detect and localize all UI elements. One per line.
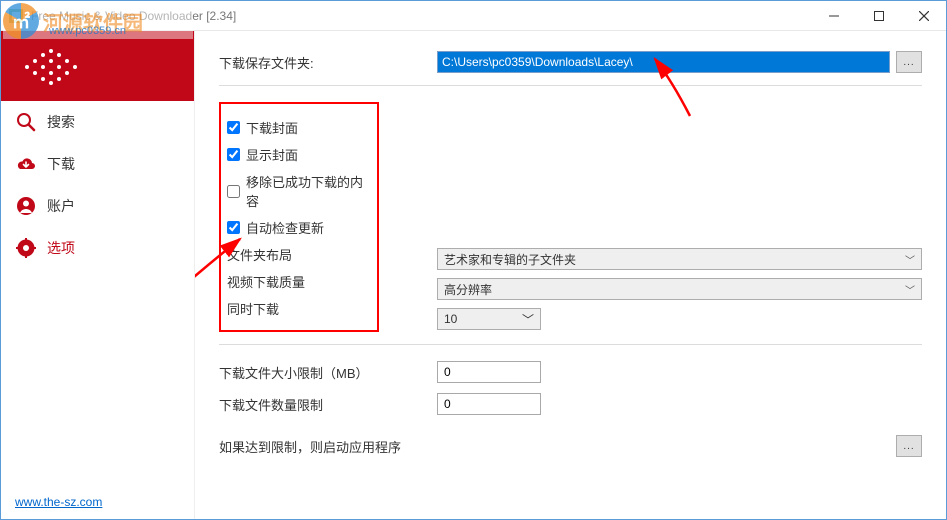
separator (219, 344, 922, 345)
sidebar-footer: www.the-sz.com (1, 485, 194, 519)
options-panel: 下载保存文件夹: C:\Users\pc0359\Downloads\Lacey… (195, 31, 946, 519)
sidebar-item-label: 下载 (47, 154, 75, 174)
auto-update-checkbox[interactable] (227, 221, 240, 234)
gear-icon (15, 237, 37, 259)
count-limit-label: 下载文件数量限制 (219, 395, 437, 414)
video-quality-value: 高分辨率 (444, 281, 492, 298)
folder-layout-select[interactable]: 艺术家和专辑的子文件夹 ﹀ (437, 248, 922, 270)
separator (219, 85, 922, 86)
concurrent-value: 10 (444, 312, 457, 326)
video-quality-select[interactable]: 高分辨率 ﹀ (437, 278, 922, 300)
user-icon (15, 195, 37, 217)
auto-update-label: 自动检查更新 (246, 218, 324, 237)
brand-header (1, 31, 194, 101)
sidebar-item-download[interactable]: 下载 (1, 143, 194, 185)
sidebar-item-label: 账户 (47, 196, 75, 216)
folder-layout-value: 艺术家和专辑的子文件夹 (444, 251, 576, 268)
size-limit-input[interactable] (437, 361, 541, 383)
count-limit-input[interactable] (437, 393, 541, 415)
close-icon (919, 11, 929, 21)
window-title: Free Music & Video Downloader [2.34] (31, 9, 811, 23)
save-folder-value: C:\Users\pc0359\Downloads\Lacey\ (442, 55, 633, 69)
chevron-down-icon: ﹀ (522, 311, 534, 328)
sidebar-item-account[interactable]: 账户 (1, 185, 194, 227)
search-icon (15, 111, 37, 133)
save-folder-input[interactable]: C:\Users\pc0359\Downloads\Lacey\ (437, 51, 890, 73)
on-limit-browse-button[interactable]: ... (896, 435, 922, 457)
remove-after-label: 移除已成功下载的内容 (246, 172, 367, 210)
highlight-box: 下载封面 显示封面 移除已成功下载的内容 自动检查更新 (219, 102, 379, 332)
close-button[interactable] (901, 1, 946, 30)
cloud-download-icon (15, 153, 37, 175)
chevron-down-icon: ﹀ (905, 282, 915, 297)
save-folder-label: 下载保存文件夹: (219, 53, 437, 72)
download-cover-checkbox[interactable] (227, 121, 240, 134)
on-limit-app-label: 如果达到限制，则启动应用程序 (219, 437, 890, 456)
minimize-icon (829, 11, 839, 21)
app-window: ㎡ 河源软件园 www.pc0359.cn Free Music & Video… (0, 0, 947, 520)
concurrent-label: 同时下载 (227, 299, 367, 318)
app-icon (7, 7, 25, 25)
chevron-down-icon: ﹀ (905, 252, 915, 267)
minimize-button[interactable] (811, 1, 856, 30)
browse-folder-button[interactable]: ... (896, 51, 922, 73)
video-quality-label: 视频下载质量 (227, 272, 367, 291)
titlebar: Free Music & Video Downloader [2.34] (1, 1, 946, 31)
maximize-button[interactable] (856, 1, 901, 30)
folder-layout-label: 文件夹布局 (227, 245, 367, 264)
remove-after-checkbox[interactable] (227, 185, 240, 198)
show-cover-checkbox[interactable] (227, 148, 240, 161)
brand-dots-icon (21, 45, 91, 89)
size-limit-label: 下载文件大小限制（MB） (219, 363, 437, 382)
maximize-icon (874, 11, 884, 21)
sidebar-item-options[interactable]: 选项 (1, 227, 194, 269)
footer-link[interactable]: www.the-sz.com (15, 495, 102, 509)
sidebar: 搜索 下载 账户 选项 ww (1, 31, 195, 519)
concurrent-select[interactable]: 10 ﹀ (437, 308, 541, 330)
sidebar-item-label: 搜索 (47, 112, 75, 132)
sidebar-item-search[interactable]: 搜索 (1, 101, 194, 143)
show-cover-label: 显示封面 (246, 145, 298, 164)
sidebar-item-label: 选项 (47, 238, 75, 258)
download-cover-label: 下载封面 (246, 118, 298, 137)
